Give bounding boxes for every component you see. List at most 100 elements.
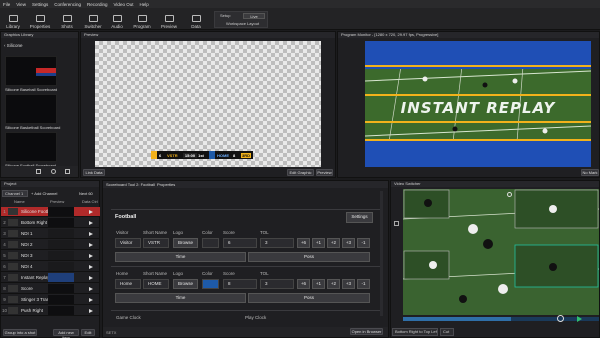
play-icon[interactable] <box>89 242 93 247</box>
scrollbar[interactable] <box>380 191 383 316</box>
preview-button-bottom[interactable]: Preview <box>316 169 333 176</box>
visitor-poss-button[interactable]: Poss <box>248 252 370 262</box>
project-row[interactable]: 4 NDI 2 <box>1 240 100 250</box>
library-button[interactable]: Library <box>0 10 26 29</box>
transition-select[interactable]: Bottom Right to Top Left <box>392 328 438 336</box>
breadcrumb-label[interactable]: Silicone <box>7 43 23 48</box>
visitor-plus1-button[interactable]: +1 <box>312 238 325 248</box>
open-in-browser-button[interactable]: Open in Browser <box>350 328 383 335</box>
setup-label[interactable]: Setup <box>220 13 230 18</box>
project-row[interactable]: 1 Silicone Footbal... <box>1 207 100 217</box>
menu-help[interactable]: Help <box>139 2 148 7</box>
play-icon[interactable] <box>89 231 93 236</box>
play-icon[interactable] <box>89 275 93 280</box>
no-mark-button[interactable]: No Mark <box>581 169 599 176</box>
group-into-shot-button[interactable]: Group into a shot <box>3 329 37 336</box>
program-button[interactable]: Program <box>129 10 155 29</box>
home-plus1-button[interactable]: +1 <box>312 279 325 289</box>
row-type-icon <box>8 296 18 303</box>
play-icon[interactable] <box>89 308 93 313</box>
home-plus2-button[interactable]: +2 <box>327 279 340 289</box>
edit-button[interactable]: Edit <box>81 329 95 336</box>
live-tab[interactable]: Live <box>243 13 265 19</box>
home-time-button[interactable]: Time <box>115 293 246 303</box>
visitor-color-swatch[interactable] <box>202 238 219 248</box>
settings-button[interactable]: Settings <box>346 212 373 223</box>
play-icon[interactable] <box>89 220 93 225</box>
next-60-label[interactable]: Next 60 <box>79 191 93 196</box>
link-data-button[interactable]: Link Data <box>83 169 105 176</box>
project-row[interactable]: 5 NDI 3 <box>1 251 100 261</box>
audio-button[interactable]: Audio <box>104 10 130 29</box>
layout-icon[interactable] <box>394 221 399 226</box>
program-icon <box>137 15 147 22</box>
visitor-logo-browse-button[interactable]: Browse <box>173 238 198 248</box>
switcher-button[interactable]: Switcher <box>80 10 106 29</box>
project-row[interactable]: 3 NDI 1 <box>1 229 100 239</box>
play-icon[interactable] <box>89 264 93 269</box>
home-logo-browse-button[interactable]: Browse <box>173 279 198 289</box>
library-item-basketball[interactable]: Silicone Basketball Scoreboard <box>5 94 60 130</box>
shots-button[interactable]: Shots <box>54 10 80 29</box>
record-icon[interactable] <box>507 192 512 197</box>
home-score-input[interactable]: 8 <box>223 279 257 289</box>
home-plus3-button[interactable]: +3 <box>342 279 355 289</box>
home-name-input[interactable]: Home <box>115 279 141 289</box>
home-tol-input[interactable]: 3 <box>260 279 294 289</box>
preview-button[interactable]: Preview <box>156 10 182 29</box>
library-item-baseball[interactable]: Silicone Baseball Scoreboard <box>5 56 57 92</box>
row-number: 3 <box>3 231 6 236</box>
visitor-plus3-button[interactable]: +3 <box>342 238 355 248</box>
play-icon[interactable] <box>89 297 93 302</box>
project-row[interactable]: 6 NDI 4 <box>1 262 100 272</box>
properties-button[interactable]: Properties <box>27 10 53 29</box>
menu-recording[interactable]: Recording <box>87 2 108 7</box>
menu-file[interactable]: File <box>3 2 10 7</box>
visitor-tol-input[interactable]: 3 <box>260 238 294 248</box>
row-number: 7 <box>3 275 6 280</box>
library-icon-button[interactable] <box>36 169 41 174</box>
play-icon[interactable] <box>89 209 93 214</box>
visitor-time-button[interactable]: Time <box>115 252 246 262</box>
menu-view[interactable]: View <box>16 2 26 7</box>
trash-icon[interactable] <box>65 169 70 174</box>
project-row[interactable]: 8 Score <box>1 284 100 294</box>
transition-track[interactable] <box>403 317 599 321</box>
channel-select[interactable]: Channel 1 <box>2 190 28 197</box>
menu-conferencing[interactable]: Conferencing <box>54 2 81 7</box>
play-icon[interactable] <box>89 253 93 258</box>
visitor-name-input[interactable]: Visitor <box>115 238 141 248</box>
period: 1st <box>198 152 204 158</box>
location-icon[interactable] <box>51 169 56 174</box>
logo-header: Logo <box>173 230 184 235</box>
play-icon[interactable] <box>577 316 582 322</box>
play-icon[interactable] <box>89 286 93 291</box>
project-row[interactable]: 10 Push Right <box>1 306 100 316</box>
visitor-plus6-button[interactable]: +6 <box>297 238 310 248</box>
visitor-short-input[interactable]: VSTR <box>143 238 169 248</box>
add-channel-button[interactable]: + Add Channel <box>31 191 57 196</box>
home-plus6-button[interactable]: +6 <box>297 279 310 289</box>
library-item-football[interactable]: Silicone Football Scoreboard <box>5 132 57 168</box>
menu-settings[interactable]: Settings <box>32 2 48 7</box>
color-header: Color <box>202 230 213 235</box>
tab-scoreboard-tool[interactable]: Scoreboard Tool 2: Football <box>106 182 155 187</box>
transition-toggle-icon[interactable] <box>557 315 564 322</box>
project-row[interactable]: 2 Bottom Right S... <box>1 218 100 228</box>
visitor-plus2-button[interactable]: +2 <box>327 238 340 248</box>
cut-select[interactable]: Cut <box>440 328 454 336</box>
project-row[interactable]: 9 Stinger 3 Transi... <box>1 295 100 305</box>
visitor-minus1-button[interactable]: -1 <box>357 238 370 248</box>
data-button[interactable]: Data <box>183 10 209 29</box>
workspace-layout-label[interactable]: Workspace Layout <box>226 21 259 26</box>
edit-graphic-button[interactable]: Edit Graphic <box>287 169 314 176</box>
home-minus1-button[interactable]: -1 <box>357 279 370 289</box>
tab-properties[interactable]: Properties <box>157 182 175 187</box>
home-short-input[interactable]: HOME <box>143 279 169 289</box>
visitor-score-input[interactable]: 6 <box>223 238 257 248</box>
menu-video-out[interactable]: Video Out <box>114 2 134 7</box>
project-row[interactable]: 7 Instant Replay <box>1 273 100 283</box>
home-color-swatch[interactable] <box>202 279 219 289</box>
add-new-item-button[interactable]: Add new item <box>53 329 79 338</box>
home-poss-button[interactable]: Poss <box>248 293 370 303</box>
